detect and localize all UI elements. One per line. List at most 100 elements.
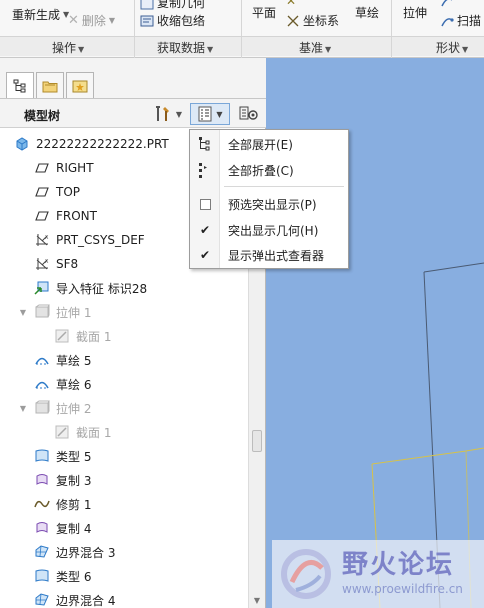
tree-item-prt-csys-def[interactable]: X PRT_CSYS_DEF: [34, 229, 145, 251]
tree-item-front[interactable]: FRONT: [34, 205, 97, 227]
surface-icon: [35, 569, 49, 582]
regenerate-button[interactable]: 重新生成 ▼: [12, 6, 69, 23]
extrude-label: 拉伸: [403, 6, 428, 20]
scroll-thumb[interactable]: [252, 430, 262, 452]
tree-item-right[interactable]: RIGHT: [34, 157, 94, 179]
datum-plane-icon: [35, 187, 49, 197]
tree-item-top[interactable]: TOP: [34, 181, 80, 203]
boundary-blend-icon: [35, 545, 49, 558]
check-icon[interactable]: ✔: [200, 248, 210, 262]
delete-button[interactable]: ✕ 删除 ▼: [68, 12, 115, 29]
checkbox-unchecked-icon[interactable]: [199, 198, 211, 210]
copy-geometry-icon: [140, 0, 154, 9]
section-icon: [55, 329, 69, 343]
shrinkwrap-label: 收缩包络: [157, 14, 206, 28]
shrinkwrap-button[interactable]: 收缩包络: [140, 12, 205, 29]
forum-watermark: 野火论坛 www.proewildfire.cn: [272, 540, 484, 608]
tree-item-sketch-5[interactable]: 草绘 5: [34, 349, 91, 371]
expand-all-icon: [199, 137, 210, 151]
watermark-logo-icon: [281, 549, 331, 599]
ribbon-separator: [134, 37, 135, 57]
sketch-button[interactable]: 草绘: [355, 4, 379, 21]
extrude-button[interactable]: 拉伸: [403, 4, 427, 21]
model-tree-icon: [13, 79, 26, 93]
tree-item-part[interactable]: 22222222222222.PRT: [14, 133, 169, 155]
menu-item-collapse-all[interactable]: 全部折叠(C): [190, 158, 348, 182]
preselect-highlight-label: 预选突出显示(P): [228, 197, 317, 212]
csys-icon: X: [36, 258, 49, 270]
menu-item-preselect-highlight[interactable]: 预选突出显示(P): [190, 192, 348, 216]
extrude-icon: [35, 400, 50, 414]
datum-plane-icon: [35, 211, 49, 221]
ribbon-item-top[interactable]: [440, 0, 454, 8]
tree-item-sketch-6[interactable]: 草绘 6: [34, 373, 91, 395]
highlight-geometry-label: 突出显示几何(H): [228, 223, 319, 238]
sweep-button[interactable]: 扫描: [440, 12, 481, 29]
navigator-tabs: [0, 58, 266, 99]
copy-geometry-label: 复制几何: [157, 0, 206, 10]
tools-icon: [155, 106, 169, 121]
chevron-down-icon: ▼: [108, 16, 116, 25]
delete-icon: ✕: [68, 13, 79, 28]
scroll-down-arrow-icon[interactable]: ▼: [249, 594, 265, 608]
tree-show-button[interactable]: ▼: [190, 103, 230, 125]
check-icon[interactable]: ✔: [200, 223, 210, 237]
tree-item-section-1b[interactable]: 截面 1: [54, 421, 111, 443]
collapse-all-icon: [199, 163, 207, 178]
tree-settings-button[interactable]: ▼: [150, 103, 186, 125]
sketch-label: 草绘: [355, 6, 380, 20]
point-button[interactable]: ✕: [286, 0, 296, 8]
popup-viewer-button[interactable]: [236, 103, 262, 125]
tree-item-copy-3[interactable]: 复制 3: [34, 469, 91, 491]
tree-item-extrude-2[interactable]: ▼ 拉伸 2: [18, 397, 91, 419]
tree-item-boundary-blend-3[interactable]: 边界混合 3: [34, 541, 115, 563]
tree-item-copy-4[interactable]: 复制 4: [34, 517, 91, 539]
show-dropdown-menu: 全部展开(E) 全部折叠(C) 预选突出显示(P) ✔ 突出显示几何(H) ✔ …: [189, 129, 349, 269]
csys-icon: X: [36, 234, 49, 246]
ribbon-cut-item[interactable]: [70, 0, 84, 8]
group-operations[interactable]: 操作 ▼: [52, 39, 84, 56]
sweep-icon: [441, 0, 452, 7]
show-list-icon: [198, 106, 212, 122]
chevron-down-icon: ▼: [175, 109, 183, 119]
viewer-icon: [239, 106, 258, 120]
folder-icon: [42, 81, 58, 92]
svg-text:X: X: [45, 259, 49, 265]
tree-item-section-1[interactable]: 截面 1: [54, 325, 111, 347]
collapse-all-label: 全部折叠(C): [228, 163, 294, 178]
show-popup-viewer-label: 显示弹出式查看器: [228, 248, 325, 263]
collapse-arrow-icon[interactable]: ▼: [18, 404, 28, 413]
tree-item-boundary-blend-4[interactable]: 边界混合 4: [34, 589, 115, 608]
tab-model-tree[interactable]: [6, 72, 34, 99]
tree-item-type-5[interactable]: 类型 5: [34, 445, 91, 467]
menu-item-highlight-geometry[interactable]: ✔ 突出显示几何(H): [190, 218, 348, 242]
group-datum[interactable]: 基准 ▼: [299, 39, 331, 56]
copy-icon: [70, 0, 84, 8]
group-shapes[interactable]: 形状 ▼: [436, 39, 468, 56]
tab-folder-browser[interactable]: [36, 72, 64, 98]
plane-button[interactable]: 平面: [252, 4, 276, 21]
sweep-icon: [441, 17, 454, 26]
tree-item-import-feature[interactable]: 导入特征 标识28: [34, 277, 147, 299]
trim-icon: [34, 500, 50, 508]
regenerate-label: 重新生成: [12, 8, 61, 22]
tree-item-type-6[interactable]: 类型 6: [34, 565, 91, 587]
ribbon-separator: [241, 37, 242, 57]
point-icon: ✕: [286, 0, 297, 8]
tab-favorites[interactable]: [66, 72, 94, 98]
copy-geometry-button[interactable]: 复制几何: [140, 0, 205, 11]
group-get-data[interactable]: 获取数据 ▼: [157, 39, 213, 56]
menu-item-expand-all[interactable]: 全部展开(E): [190, 132, 348, 156]
import-feature-icon: [34, 281, 49, 295]
ribbon: 重新生成 ▼ ✕ 删除 ▼ 复制几何 收缩包络 平面 ✕ 坐标系 草绘 拉伸 扫…: [0, 0, 484, 58]
ribbon-group-bar: 操作 ▼ 获取数据 ▼ 基准 ▼ 形状 ▼: [0, 36, 484, 57]
collapse-arrow-icon[interactable]: ▼: [18, 308, 28, 317]
menu-item-show-popup-viewer[interactable]: ✔ 显示弹出式查看器: [190, 243, 348, 267]
delete-label: 删除: [81, 14, 106, 28]
tree-item-extrude-1[interactable]: ▼ 拉伸 1: [18, 301, 91, 323]
csys-button[interactable]: 坐标系: [286, 12, 339, 29]
ribbon-separator: [391, 37, 392, 57]
tree-item-trim-1[interactable]: 修剪 1: [34, 493, 91, 515]
model-tree-title: 模型树: [24, 109, 61, 123]
tree-item-sf8[interactable]: X SF8: [34, 253, 78, 275]
